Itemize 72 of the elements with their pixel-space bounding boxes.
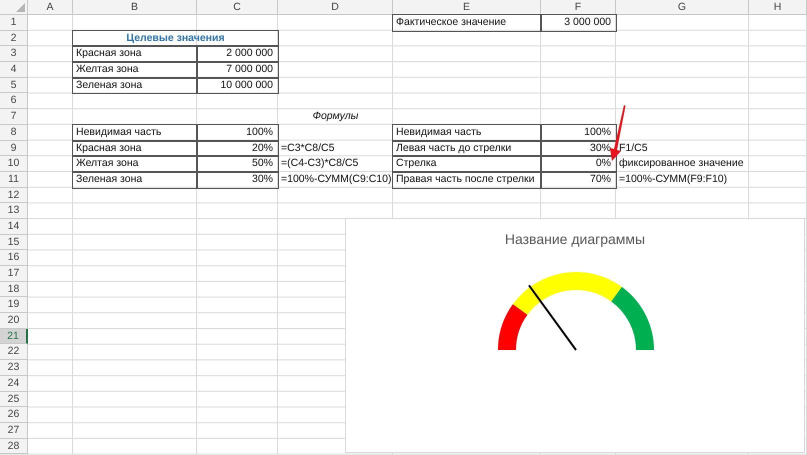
- table-cell-text: фиксированное значение: [618, 156, 745, 172]
- column-header[interactable]: C: [197, 0, 278, 15]
- table-cell: 10 000 000: [197, 78, 278, 94]
- row-header[interactable]: 2: [0, 30, 28, 46]
- table-cell-text: F1/C5: [618, 140, 649, 156]
- column-header[interactable]: D: [278, 0, 393, 15]
- table-cell-text: =100%-СУММ(C9:C10): [280, 172, 392, 187]
- chart-title: Название диаграммы: [504, 230, 646, 249]
- table-cell: 100%: [197, 124, 278, 140]
- table-cell: Красная зона: [73, 46, 197, 62]
- table-cell: Целевые значения: [73, 30, 278, 46]
- row-header[interactable]: 17: [0, 266, 28, 282]
- row-header[interactable]: 9: [0, 140, 28, 156]
- row-header[interactable]: 14: [0, 218, 28, 235]
- row-header[interactable]: 3: [0, 46, 28, 62]
- row-header[interactable]: 10: [0, 156, 28, 172]
- table-cell: Левая часть до стрелки: [393, 140, 541, 156]
- table-cell: 30%: [197, 172, 278, 188]
- row-header[interactable]: 7: [0, 109, 28, 125]
- row-header[interactable]: 5: [0, 78, 28, 94]
- row-header[interactable]: 15: [0, 234, 28, 250]
- row-header[interactable]: 13: [0, 203, 28, 219]
- row-header[interactable]: 8: [0, 124, 28, 140]
- table-cell: Зеленая зона: [73, 78, 197, 94]
- row-header[interactable]: 27: [0, 422, 28, 439]
- table-cell: Правая часть после стрелки: [393, 172, 541, 188]
- row-header[interactable]: 26: [0, 407, 28, 423]
- row-header[interactable]: 24: [0, 376, 28, 392]
- table-cell: Желтая зона: [73, 156, 197, 172]
- row-header[interactable]: 21: [0, 328, 28, 344]
- table-cell: 7 000 000: [197, 62, 278, 78]
- row-header[interactable]: 25: [0, 392, 28, 408]
- table-cell-text: =100%-СУММ(F9:F10): [618, 172, 728, 187]
- row-header[interactable]: 12: [0, 188, 28, 204]
- table-cell: Красная зона: [73, 140, 197, 156]
- row-header[interactable]: 28: [0, 438, 28, 454]
- table-cell: 20%: [197, 140, 278, 156]
- table-cell: 2 000 000: [197, 46, 278, 62]
- row-header[interactable]: 4: [0, 62, 28, 78]
- table-cell: 100%: [541, 124, 616, 140]
- table-cell: Невидимая часть: [393, 124, 541, 140]
- table-cell: 70%: [541, 172, 616, 188]
- table-cell-text: =(C4-C3)*C8/C5: [280, 156, 360, 172]
- table-cell: 3 000 000: [541, 15, 616, 31]
- row-header[interactable]: 11: [0, 172, 28, 188]
- row-header[interactable]: 19: [0, 297, 28, 314]
- table-cell: Зеленая зона: [73, 172, 197, 188]
- column-header[interactable]: H: [749, 0, 807, 15]
- row-header[interactable]: 1: [0, 15, 28, 31]
- table-cell: Желтая зона: [73, 62, 197, 78]
- row-header[interactable]: 6: [0, 93, 28, 110]
- table-cell-text: =C3*C8/C5: [280, 140, 336, 156]
- row-header[interactable]: 18: [0, 282, 28, 298]
- corner-triangle-icon: [16, 3, 25, 12]
- table-cell: 0%: [541, 156, 616, 172]
- table-cell: Фактическое значение: [393, 15, 541, 31]
- table-cell: 50%: [197, 156, 278, 172]
- column-header[interactable]: E: [393, 0, 541, 15]
- table-cell: Невидимая часть: [73, 124, 197, 140]
- column-header[interactable]: F: [541, 0, 616, 15]
- column-header[interactable]: A: [28, 0, 73, 15]
- row-header[interactable]: 23: [0, 360, 28, 376]
- column-header[interactable]: B: [73, 0, 197, 15]
- table-cell: 30%: [541, 140, 616, 156]
- select-all-button[interactable]: [0, 0, 28, 15]
- row-header[interactable]: 20: [0, 313, 28, 329]
- table-cell: Стрелка: [393, 156, 541, 172]
- table-cell-text: Формулы: [312, 109, 360, 124]
- column-header[interactable]: G: [616, 0, 749, 15]
- row-header[interactable]: 22: [0, 344, 28, 360]
- row-header[interactable]: 16: [0, 250, 28, 266]
- chart-area[interactable]: Название диаграммы: [345, 218, 805, 453]
